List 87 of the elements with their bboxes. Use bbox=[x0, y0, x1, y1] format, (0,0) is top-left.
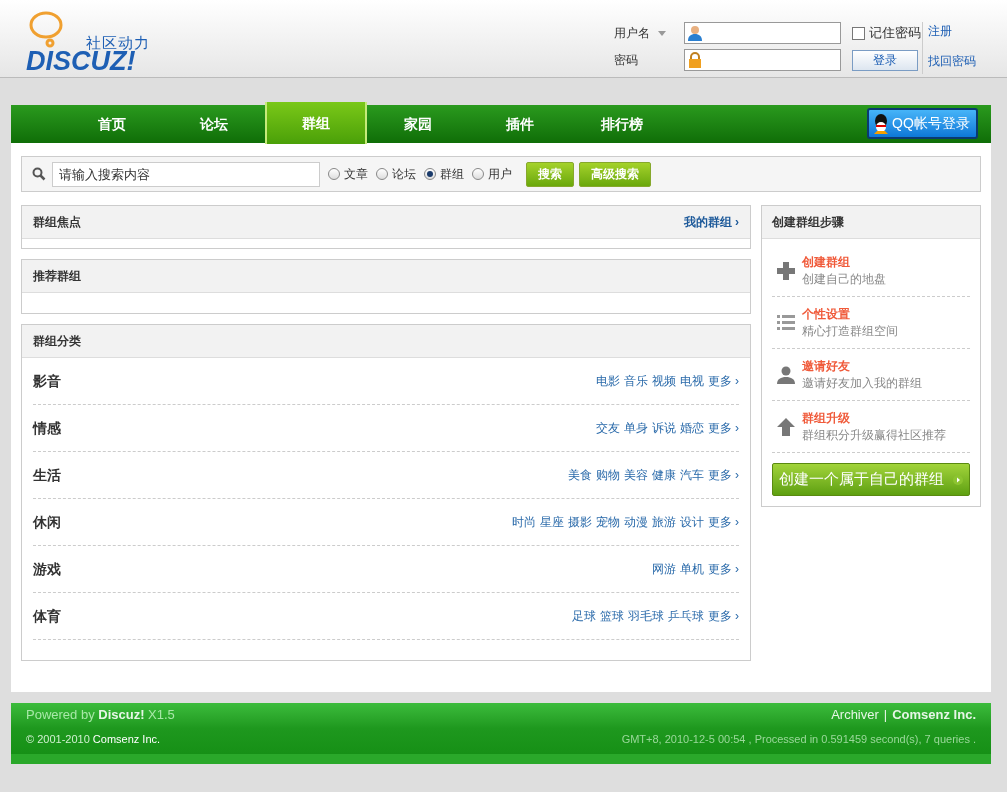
tag-link[interactable]: 电视 bbox=[679, 372, 704, 390]
radio-label: 论坛 bbox=[392, 166, 416, 183]
tag-link[interactable]: 篮球 bbox=[599, 607, 624, 625]
password-label: 密码 bbox=[614, 52, 639, 69]
tag-link[interactable]: 美容 bbox=[623, 466, 648, 484]
radio-label: 用户 bbox=[488, 166, 512, 183]
person-icon bbox=[777, 365, 795, 384]
link[interactable]: 找回密码 bbox=[928, 52, 976, 70]
tag-link[interactable]: 单机 bbox=[679, 560, 704, 578]
stats-text: GMT+8, 2010-12-5 00:54 , Processed in 0.591459 second(s), 7 queries . bbox=[621, 731, 976, 747]
remember-checkbox[interactable] bbox=[852, 26, 865, 40]
radio-button[interactable] bbox=[472, 168, 484, 180]
tag-link[interactable]: 宠物 bbox=[595, 513, 620, 531]
powered-by-text: Powered by Discuz! X1.5 bbox=[26, 706, 175, 724]
tag-link[interactable]: 设计 bbox=[679, 513, 704, 531]
separator: | bbox=[883, 706, 888, 724]
category-name: 情感 bbox=[33, 418, 61, 438]
tag-link[interactable]: 单身 bbox=[623, 419, 648, 437]
tag-link[interactable]: 交友 bbox=[595, 419, 620, 437]
panel-title: 推荐群组 bbox=[33, 268, 81, 285]
radio-button[interactable] bbox=[424, 168, 436, 180]
nav-tab[interactable]: 首页 bbox=[61, 105, 163, 143]
radio-button[interactable] bbox=[328, 168, 340, 180]
penguin-icon bbox=[872, 112, 890, 135]
plus-icon bbox=[777, 261, 795, 280]
tag-link[interactable]: 旅游 bbox=[651, 513, 676, 531]
tag-link[interactable]: 美食 bbox=[567, 466, 592, 484]
more-link[interactable]: 更多 › bbox=[707, 513, 739, 531]
radio-label: 群组 bbox=[440, 166, 464, 183]
username-label: 用户名 bbox=[614, 25, 650, 42]
tag-link[interactable]: 汽车 bbox=[679, 466, 704, 484]
login-button[interactable]: 登录 bbox=[852, 49, 918, 71]
search-field[interactable]: 请输入搜索内容 bbox=[52, 161, 320, 187]
tag-link[interactable]: 视频 bbox=[651, 372, 676, 390]
category-name: 影音 bbox=[33, 371, 61, 391]
category-name: 生活 bbox=[33, 465, 61, 485]
tag-link[interactable]: 羽毛球 bbox=[627, 607, 664, 625]
step-title: 群组升级 bbox=[802, 409, 851, 427]
panel-title: 群组分类 bbox=[33, 333, 81, 350]
category-name: 游戏 bbox=[33, 559, 61, 579]
caret-icon[interactable] bbox=[658, 30, 666, 36]
nav-tab[interactable]: 家园 bbox=[367, 105, 469, 143]
user-icon bbox=[687, 25, 703, 41]
step-description: 精心打造群组空间 bbox=[802, 322, 898, 340]
tag-link[interactable]: 婚恋 bbox=[679, 419, 704, 437]
search-icon bbox=[32, 167, 46, 181]
step-title: 创建群组 bbox=[802, 253, 851, 271]
more-link[interactable]: 更多 › bbox=[707, 607, 739, 625]
more-link[interactable]: 更多 › bbox=[707, 419, 739, 437]
step-title: 邀请好友 bbox=[802, 357, 851, 375]
step-description: 邀请好友加入我的群组 bbox=[802, 374, 922, 392]
up-arrow-icon bbox=[777, 417, 795, 436]
tag-link[interactable]: 足球 bbox=[571, 607, 596, 625]
username-field[interactable] bbox=[684, 22, 841, 44]
nav-tab[interactable]: 排行榜 bbox=[571, 105, 673, 143]
tag-link[interactable]: 网游 bbox=[651, 560, 676, 578]
tag-link[interactable]: 星座 bbox=[539, 513, 564, 531]
category-name: 体育 bbox=[33, 606, 61, 626]
tag-link[interactable]: 摄影 bbox=[567, 513, 592, 531]
tag-link[interactable]: 乒乓球 bbox=[667, 607, 704, 625]
nav-tab[interactable]: 论坛 bbox=[163, 105, 265, 143]
panel-title: 创建群组步骤 bbox=[772, 214, 844, 231]
tag-link[interactable]: 诉说 bbox=[651, 419, 676, 437]
tag-link[interactable]: 动漫 bbox=[623, 513, 648, 531]
lock-icon bbox=[687, 52, 703, 68]
tag-link[interactable]: 音乐 bbox=[623, 372, 648, 390]
link[interactable]: 注册 bbox=[928, 22, 976, 40]
list-icon bbox=[777, 314, 795, 331]
copyright-text: © 2001-2010 Comsenz Inc. bbox=[26, 731, 161, 747]
more-link[interactable]: 更多 › bbox=[707, 466, 739, 484]
remember-label: 记住密码 bbox=[869, 24, 921, 43]
panel-title: 群组焦点 bbox=[33, 214, 81, 231]
tag-link[interactable]: 健康 bbox=[651, 466, 676, 484]
password-field[interactable] bbox=[684, 49, 841, 71]
more-link[interactable]: 更多 › bbox=[707, 372, 739, 390]
tag-link[interactable]: 电影 bbox=[595, 372, 620, 390]
step-description: 创建自己的地盘 bbox=[802, 270, 886, 288]
radio-button[interactable] bbox=[376, 168, 388, 180]
step-description: 群组积分升级赢得社区推荐 bbox=[802, 426, 946, 444]
my-groups-link[interactable]: 我的群组 › bbox=[683, 213, 739, 231]
tag-link[interactable]: 时尚 bbox=[511, 513, 536, 531]
category-name: 休闲 bbox=[33, 512, 61, 532]
nav-tab[interactable]: 插件 bbox=[469, 105, 571, 143]
more-link[interactable]: 更多 › bbox=[707, 560, 739, 578]
step-title: 个性设置 bbox=[802, 305, 851, 323]
radio-label: 文章 bbox=[344, 166, 368, 183]
tag-link[interactable]: 购物 bbox=[595, 466, 620, 484]
